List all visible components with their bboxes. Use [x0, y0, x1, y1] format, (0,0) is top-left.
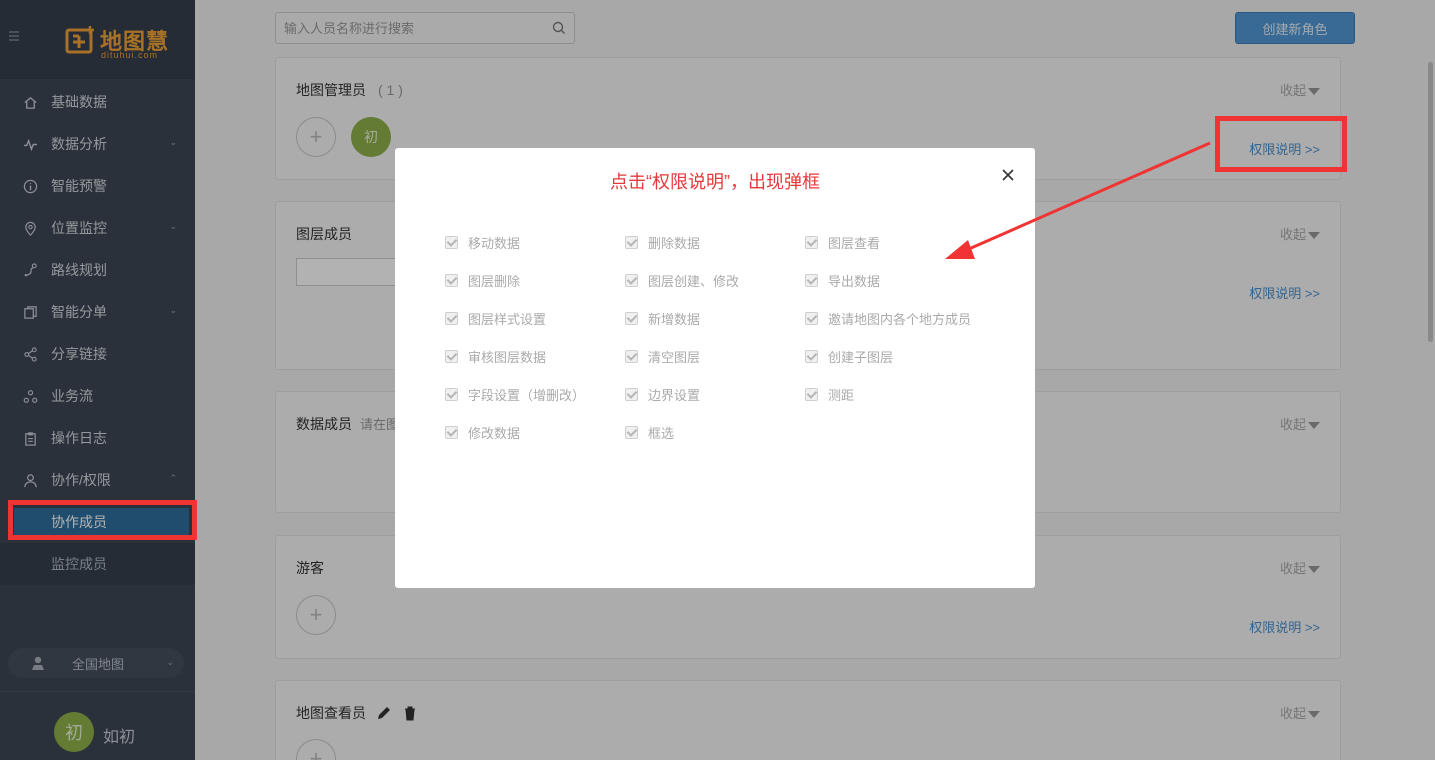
annotation-arrow-icon [945, 141, 1211, 259]
